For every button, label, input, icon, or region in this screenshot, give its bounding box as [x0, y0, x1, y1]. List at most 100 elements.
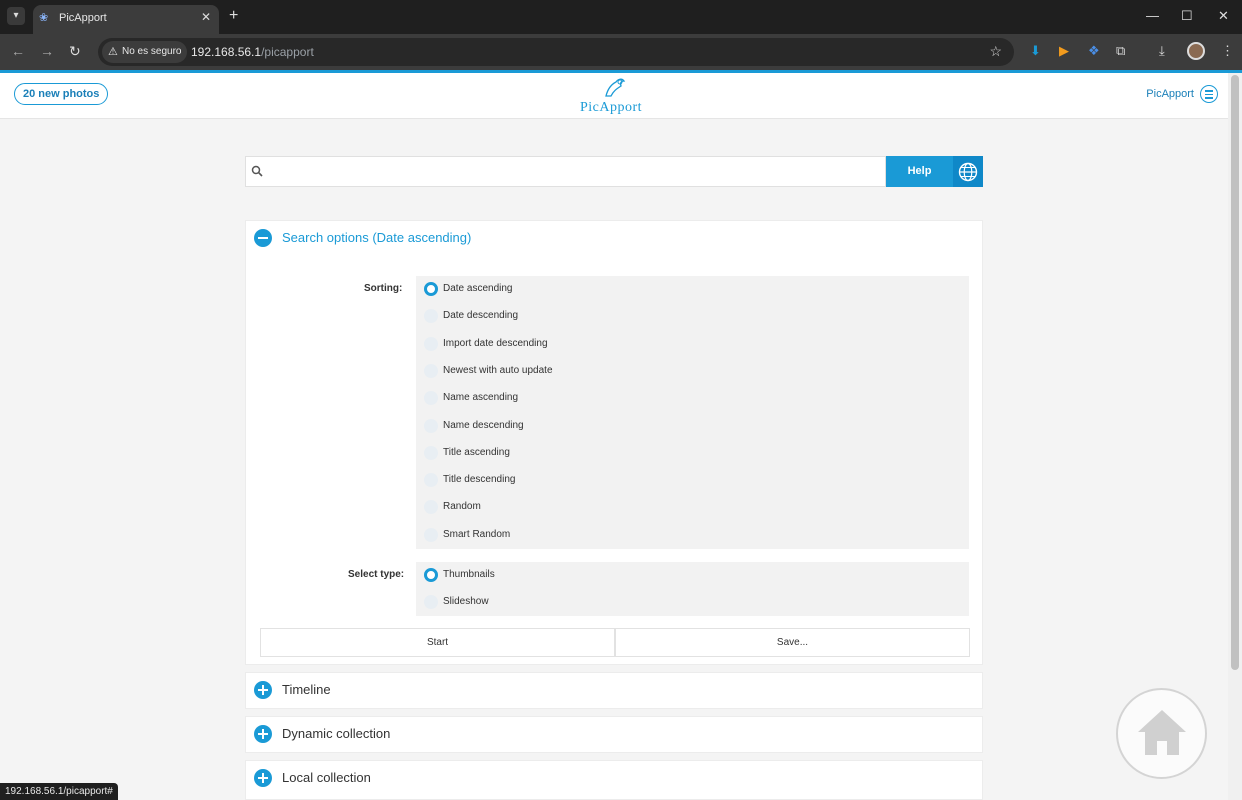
- radio-button[interactable]: [424, 309, 438, 324]
- picapport-logo[interactable]: PicApport: [578, 76, 652, 116]
- timeline-panel[interactable]: Timeline: [245, 672, 983, 709]
- sorting-option[interactable]: Name ascending: [416, 385, 969, 412]
- language-button[interactable]: [953, 156, 983, 187]
- sorting-option-label: Title descending: [443, 474, 516, 486]
- search-icon: [251, 165, 263, 177]
- close-tab-icon[interactable]: ✕: [201, 10, 211, 24]
- type-option-label: Thumbnails: [443, 569, 495, 580]
- sorting-option[interactable]: Smart Random: [416, 522, 969, 549]
- scrollbar-thumb[interactable]: [1231, 75, 1239, 670]
- globe-icon: [958, 162, 978, 182]
- sorting-option-label: Random: [443, 501, 481, 513]
- help-button[interactable]: Help: [886, 156, 953, 187]
- type-option-label: Slideshow: [443, 596, 489, 608]
- download-extension-icon[interactable]: ⬇: [1030, 43, 1041, 59]
- sorting-option-label: Name descending: [443, 419, 524, 431]
- maximize-icon[interactable]: ☐: [1181, 8, 1193, 24]
- sorting-option[interactable]: Date ascending: [416, 276, 969, 303]
- dynamic-collection-title: Dynamic collection: [282, 726, 391, 741]
- menu-label: PicApport: [1146, 88, 1194, 100]
- sorting-option[interactable]: Date descending: [416, 303, 969, 330]
- radio-button[interactable]: [424, 500, 438, 515]
- radio-button[interactable]: [424, 363, 438, 378]
- sorting-option[interactable]: Title ascending: [416, 440, 969, 467]
- puzzle-extension-icon[interactable]: ❖: [1088, 43, 1100, 59]
- browser-tab-bar: ▾ ❀ PicApport ✕ + — ☐ ✕: [0, 0, 1242, 34]
- expand-icon: [254, 725, 272, 743]
- select-type-label: Select type:: [348, 569, 405, 580]
- expand-icon: [254, 681, 272, 699]
- browser-tab[interactable]: ❀ PicApport ✕: [33, 5, 219, 34]
- type-radio-group: Thumbnails Slideshow: [416, 562, 969, 616]
- home-button[interactable]: [1116, 688, 1207, 779]
- sorting-label: Sorting:: [364, 283, 403, 294]
- search-options-title: Search options (Date ascending): [282, 230, 472, 245]
- close-window-icon[interactable]: ✕: [1218, 8, 1229, 24]
- new-photos-button[interactable]: 20 new photos: [14, 83, 109, 105]
- sorting-option[interactable]: Newest with auto update: [416, 358, 969, 385]
- timeline-title: Timeline: [282, 682, 331, 697]
- radio-button[interactable]: [424, 418, 438, 433]
- forward-icon[interactable]: →: [40, 43, 54, 59]
- warning-icon: ⚠: [108, 46, 118, 58]
- sorting-option[interactable]: Random: [416, 494, 969, 521]
- sorting-option[interactable]: Title descending: [416, 467, 969, 494]
- tab-title: PicApport: [59, 12, 107, 24]
- url-host: 192.168.56.1: [191, 45, 262, 59]
- browser-toolbar: ← → ↻ ⚠ No es seguro 192.168.56.1/picapp…: [0, 34, 1242, 70]
- dynamic-collection-panel[interactable]: Dynamic collection: [245, 716, 983, 753]
- save-button[interactable]: Save...: [615, 628, 970, 657]
- back-icon[interactable]: ←: [11, 43, 25, 59]
- downloads-icon[interactable]: ⤓: [1159, 43, 1165, 59]
- security-label: No es seguro: [122, 46, 182, 57]
- logo-mark-icon: [605, 78, 626, 97]
- picapport-favicon-icon: ❀: [39, 12, 49, 24]
- main-menu-button[interactable]: PicApport: [1146, 83, 1218, 105]
- sorting-option[interactable]: Name descending: [416, 413, 969, 440]
- radio-button[interactable]: [424, 595, 438, 610]
- search-bar: [245, 156, 886, 187]
- url-text[interactable]: 192.168.56.1/picapport: [191, 45, 314, 59]
- collapse-icon: [254, 229, 272, 247]
- sorting-option-label: Smart Random: [443, 528, 511, 540]
- sorting-option-label: Date descending: [443, 310, 519, 322]
- radio-button[interactable]: [424, 473, 438, 488]
- type-option[interactable]: Slideshow: [416, 589, 969, 616]
- browser-menu-icon[interactable]: ⋮: [1221, 43, 1234, 59]
- radio-button[interactable]: [424, 527, 438, 542]
- bookmark-star-icon[interactable]: ☆: [989, 43, 1002, 60]
- search-input[interactable]: [268, 160, 878, 184]
- start-button[interactable]: Start: [260, 628, 615, 657]
- status-url-bubble: 192.168.56.1/picapport#: [0, 783, 118, 800]
- tab-search-button[interactable]: ▾: [7, 7, 25, 25]
- home-icon: [1138, 710, 1186, 755]
- radio-button[interactable]: [424, 336, 438, 351]
- app-header: 20 new photos PicApport PicApport: [0, 73, 1228, 119]
- sorting-option-label: Name ascending: [443, 392, 519, 404]
- security-chip[interactable]: ⚠ No es seguro: [102, 41, 188, 63]
- new-tab-icon[interactable]: +: [229, 7, 238, 25]
- local-collection-panel[interactable]: Local collection: [245, 760, 983, 800]
- sorting-option[interactable]: Import date descending: [416, 331, 969, 358]
- local-collection-title: Local collection: [282, 770, 371, 785]
- sorting-option-label: Import date descending: [443, 337, 548, 349]
- extensions-icon[interactable]: ⧉: [1116, 43, 1125, 59]
- reload-icon[interactable]: ↻: [69, 43, 81, 60]
- page-scrollbar[interactable]: [1228, 73, 1242, 800]
- address-bar[interactable]: ⚠ No es seguro 192.168.56.1/picapport ☆: [98, 38, 1014, 66]
- radio-button[interactable]: [424, 391, 438, 406]
- sorting-option-label: Newest with auto update: [443, 364, 553, 376]
- sorting-option-label: Date ascending: [443, 283, 513, 294]
- radio-button[interactable]: [424, 445, 438, 460]
- sorting-radio-group: Date ascending Date descending Import date…: [416, 276, 969, 549]
- radio-button[interactable]: [424, 568, 438, 582]
- logo-text: PicApport: [580, 100, 643, 115]
- radio-button[interactable]: [424, 282, 438, 296]
- minimize-icon[interactable]: —: [1146, 8, 1159, 23]
- url-path: /picapport: [261, 45, 314, 59]
- sorting-option-label: Title ascending: [443, 446, 510, 458]
- hamburger-icon: [1200, 85, 1218, 103]
- type-option[interactable]: Thumbnails: [416, 562, 969, 589]
- play-extension-icon[interactable]: ▶: [1059, 43, 1069, 59]
- profile-avatar[interactable]: [1187, 42, 1205, 60]
